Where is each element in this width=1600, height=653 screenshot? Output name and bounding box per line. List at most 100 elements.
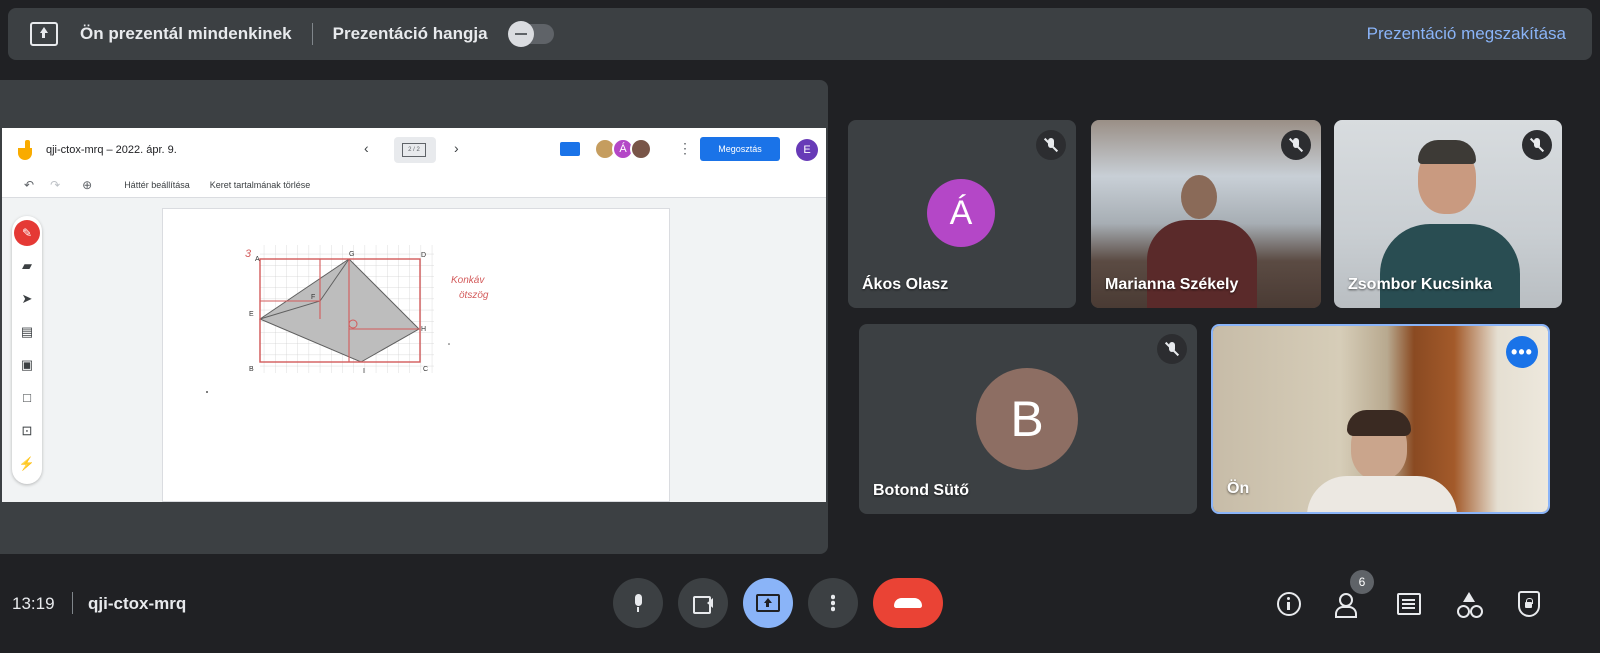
participant-name: Marianna Székely xyxy=(1105,276,1239,293)
undo-icon[interactable]: ↶ xyxy=(24,178,34,192)
account-avatar[interactable]: E xyxy=(796,139,818,161)
text-box-tool[interactable]: ⊡ xyxy=(12,414,42,447)
frame-counter: 2 / 2 xyxy=(402,143,426,157)
toggle-knob xyxy=(507,21,534,47)
cursor-icon: ➤ xyxy=(21,290,33,306)
muted-indicator xyxy=(1522,130,1552,160)
participant-tile[interactable]: B Botond Sütő xyxy=(859,324,1197,514)
mic-off-icon xyxy=(1167,342,1177,356)
previous-frame-icon[interactable]: ‹ xyxy=(364,140,369,156)
chat-button[interactable] xyxy=(1395,590,1423,618)
more-options-button[interactable]: ••• xyxy=(1506,336,1538,368)
muted-indicator xyxy=(1281,130,1311,160)
jamboard-logo-icon xyxy=(18,140,32,160)
jamboard-header: qji-ctox-mrq – 2022. ápr. 9. ‹ 2 / 2 › Á… xyxy=(2,128,826,172)
sticky-note-icon: ▤ xyxy=(20,323,34,339)
select-tool[interactable]: ➤ xyxy=(12,282,42,315)
avatar: Á xyxy=(927,179,995,247)
participant-name: Ön xyxy=(1227,480,1250,497)
shape-tool[interactable]: □ xyxy=(12,381,42,414)
present-to-all-icon xyxy=(756,594,780,612)
eraser-tool[interactable]: ▰ xyxy=(12,249,42,282)
geometry-drawing: A G D E F H B I C 3 Konkáv ötszög xyxy=(206,245,489,393)
presentation-audio-label: Prezentáció hangja xyxy=(332,24,488,43)
participant-tile[interactable]: Á Ákos Olasz xyxy=(848,120,1076,308)
info-icon xyxy=(1277,592,1301,616)
redo-icon[interactable]: ↷ xyxy=(50,178,60,192)
jamboard-title: qji-ctox-mrq – 2022. ápr. 9. xyxy=(46,144,177,156)
more-options-button[interactable] xyxy=(808,578,858,628)
text-box-icon: ⊡ xyxy=(21,422,33,438)
set-background-button[interactable]: Háttér beállítása xyxy=(124,180,190,190)
share-button[interactable]: Megosztás xyxy=(700,137,780,161)
point-label: B xyxy=(249,366,254,373)
point-label: D xyxy=(421,252,426,259)
frame-bar-button[interactable]: 2 / 2 xyxy=(394,137,436,163)
image-icon: ▣ xyxy=(20,356,34,372)
point-label: G xyxy=(349,251,354,258)
clear-frame-button[interactable]: Keret tartalmának törlése xyxy=(210,180,311,190)
point-label: H xyxy=(421,326,426,333)
participant-tile[interactable]: Marianna Székely xyxy=(1091,120,1321,308)
cast-icon[interactable] xyxy=(560,142,580,156)
leave-call-button[interactable] xyxy=(873,578,943,628)
bottom-divider xyxy=(72,592,73,614)
eraser-icon: ▰ xyxy=(22,257,32,273)
point-label: C xyxy=(423,366,428,373)
more-options-icon[interactable]: ⋮ xyxy=(678,140,692,157)
participant-name: Botond Sütő xyxy=(873,482,969,499)
presenting-banner: Ön prezentál mindenkinek Prezentáció han… xyxy=(8,8,1592,60)
people-icon xyxy=(1335,593,1363,618)
presenting-status-text: Ön prezentál mindenkinek xyxy=(80,24,292,43)
camera-button[interactable] xyxy=(678,578,728,628)
hang-up-icon xyxy=(894,598,922,608)
pen-icon: ✎ xyxy=(14,219,40,246)
banner-divider xyxy=(311,23,313,45)
presentation-audio-toggle[interactable] xyxy=(507,21,554,47)
more-vert-icon xyxy=(831,594,835,612)
activities-button[interactable] xyxy=(1455,590,1483,618)
handwritten-label: Konkáv xyxy=(451,275,485,286)
laser-tool[interactable]: ⚡ xyxy=(12,447,42,480)
participant-name: Ákos Olasz xyxy=(862,276,949,293)
mic-off-icon xyxy=(1046,138,1056,152)
microphone-button[interactable] xyxy=(613,578,663,628)
chat-icon xyxy=(1397,593,1421,615)
microphone-icon xyxy=(633,594,643,612)
sticky-note-tool[interactable]: ▤ xyxy=(12,315,42,348)
image-tool[interactable]: ▣ xyxy=(12,348,42,381)
point-label: E xyxy=(249,311,254,318)
participant-name: Zsombor Kucsinka xyxy=(1348,276,1493,293)
jamboard-window: qji-ctox-mrq – 2022. ápr. 9. ‹ 2 / 2 › Á… xyxy=(2,128,826,502)
self-video xyxy=(1213,326,1548,512)
pen-tool[interactable]: ✎ xyxy=(12,216,42,249)
collaborator-avatar xyxy=(630,138,652,160)
present-button[interactable] xyxy=(743,578,793,628)
point-label: I xyxy=(363,368,365,375)
meeting-time: 13:19 xyxy=(12,594,55,613)
laser-icon: ⚡ xyxy=(18,455,36,471)
participant-tile[interactable]: Zsombor Kucsinka xyxy=(1334,120,1562,308)
square-icon: □ xyxy=(23,390,31,405)
jamboard-toolbar: ↶ ↷ ⊕ Háttér beállítása Keret tartalmána… xyxy=(2,172,826,198)
present-to-all-icon xyxy=(30,22,58,46)
zoom-icon[interactable]: ⊕ xyxy=(82,178,92,192)
point-label: A xyxy=(255,256,260,263)
mic-off-icon xyxy=(1532,138,1542,152)
jamboard-canvas[interactable]: A G D E F H B I C 3 Konkáv ötszög xyxy=(162,208,670,502)
mic-off-icon xyxy=(1291,138,1301,152)
presentation-tile: qji-ctox-mrq – 2022. ápr. 9. ‹ 2 / 2 › Á… xyxy=(0,80,828,554)
avatar: B xyxy=(976,368,1078,470)
self-tile[interactable]: ••• Ön xyxy=(1211,324,1550,514)
handwritten-label: ötszög xyxy=(459,290,489,301)
next-frame-icon[interactable]: › xyxy=(454,140,459,156)
meeting-code: qji-ctox-mrq xyxy=(88,594,187,613)
meeting-details-button[interactable] xyxy=(1275,590,1303,618)
activities-icon xyxy=(1456,592,1482,618)
stop-presenting-button[interactable]: Prezentáció megszakítása xyxy=(1367,24,1566,44)
exercise-number: 3 xyxy=(245,248,252,260)
people-button[interactable] xyxy=(1335,590,1363,618)
collaborator-avatars: Á xyxy=(594,138,652,160)
camera-icon xyxy=(693,596,713,614)
host-controls-button[interactable] xyxy=(1515,590,1543,618)
